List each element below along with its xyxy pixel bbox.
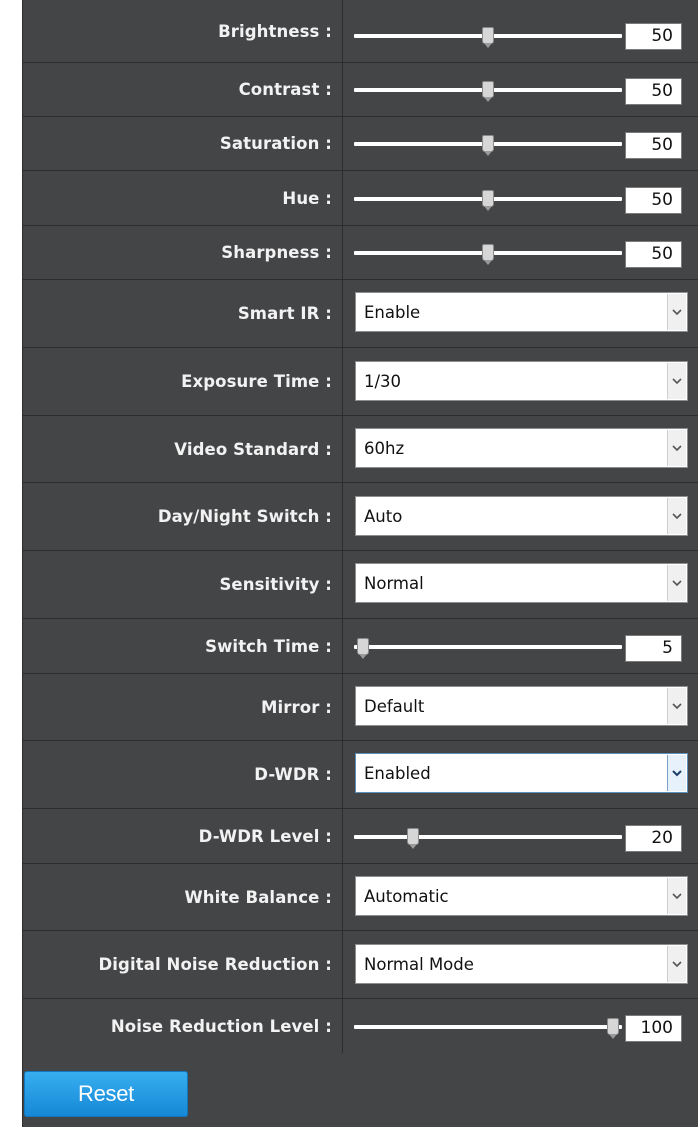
noise-reduction-level-control: 100 [344,999,698,1053]
row-digital-noise-reduction: Digital Noise Reduction : Normal Mode [23,931,698,999]
row-d-wdr-level: D-WDR Level : 20 [23,809,698,864]
row-mirror: Mirror : Default [23,674,698,741]
chevron-down-icon[interactable] [667,755,686,791]
mirror-label: Mirror : [23,674,343,740]
row-exposure-time: Exposure Time : 1/30 [23,348,698,416]
smart-ir-control: Enable [344,280,698,347]
digital-noise-reduction-selected-value: Normal Mode [364,954,474,974]
d-wdr-selected-value: Enabled [364,763,431,783]
brightness-control: 50 [344,0,698,62]
sharpness-value-input[interactable]: 50 [625,241,682,268]
contrast-control: 50 [344,63,698,116]
sharpness-control: 50 [344,226,698,279]
row-hue: Hue : 50 [23,171,698,226]
digital-noise-reduction-control: Normal Mode [344,931,698,998]
sensitivity-control: Normal [344,551,698,618]
reset-button[interactable]: Reset [24,1071,188,1117]
chevron-down-icon[interactable] [667,363,686,399]
switch-time-value-input[interactable]: 5 [625,635,682,662]
row-contrast: Contrast : 50 [23,63,698,117]
noise-reduction-level-slider-track[interactable] [354,1025,622,1029]
row-sensitivity: Sensitivity : Normal [23,551,698,619]
d-wdr-level-slider-track[interactable] [354,835,622,839]
white-balance-select[interactable]: Automatic [355,876,688,916]
white-balance-selected-value: Automatic [364,886,449,906]
sensitivity-selected-value: Normal [364,573,424,593]
exposure-time-select[interactable]: 1/30 [355,361,688,401]
contrast-slider-thumb[interactable] [482,81,494,102]
d-wdr-control: Enabled [344,741,698,808]
row-smart-ir: Smart IR : Enable [23,280,698,348]
row-saturation: Saturation : 50 [23,117,698,171]
mirror-selected-value: Default [364,696,425,716]
white-balance-control: Automatic [344,864,698,930]
day-night-switch-select[interactable]: Auto [355,496,688,536]
chevron-down-icon[interactable] [667,878,686,914]
white-balance-label: White Balance : [23,864,343,930]
chevron-down-icon[interactable] [667,688,686,724]
noise-reduction-level-value-input[interactable]: 100 [625,1015,682,1042]
digital-noise-reduction-label: Digital Noise Reduction : [23,931,343,998]
chevron-down-icon[interactable] [667,946,686,982]
d-wdr-level-value-input[interactable]: 20 [625,825,682,852]
d-wdr-level-control: 20 [344,809,698,863]
saturation-value-input[interactable]: 50 [625,132,682,159]
saturation-control: 50 [344,117,698,170]
sensitivity-label: Sensitivity : [23,551,343,618]
chevron-down-icon[interactable] [667,498,686,534]
day-night-switch-control: Auto [344,483,698,550]
row-white-balance: White Balance : Automatic [23,864,698,931]
noise-reduction-level-label: Noise Reduction Level : [23,999,343,1053]
brightness-label: Brightness : [23,0,343,62]
chevron-down-icon[interactable] [667,565,686,601]
contrast-label: Contrast : [23,63,343,116]
mirror-select[interactable]: Default [355,686,688,726]
d-wdr-level-slider-thumb[interactable] [407,828,419,849]
hue-control: 50 [344,171,698,225]
switch-time-slider-track[interactable] [354,645,622,649]
digital-noise-reduction-select[interactable]: Normal Mode [355,944,688,984]
brightness-slider-thumb[interactable] [482,27,494,48]
hue-slider-thumb[interactable] [482,190,494,211]
contrast-value-input[interactable]: 50 [625,78,682,105]
video-standard-control: 60hz [344,416,698,482]
row-day-night-switch: Day/Night Switch : Auto [23,483,698,551]
sharpness-slider-thumb[interactable] [482,244,494,265]
exposure-time-control: 1/30 [344,348,698,415]
smart-ir-label: Smart IR : [23,280,343,347]
chevron-down-icon[interactable] [667,294,686,330]
switch-time-control: 5 [344,619,698,673]
row-noise-reduction-level: Noise Reduction Level : 100 [23,999,698,1053]
exposure-time-selected-value: 1/30 [364,371,402,391]
row-d-wdr: D-WDR : Enabled [23,741,698,809]
noise-reduction-level-slider-thumb[interactable] [607,1018,619,1039]
d-wdr-label: D-WDR : [23,741,343,808]
switch-time-slider-thumb[interactable] [357,638,369,659]
switch-time-label: Switch Time : [23,619,343,673]
hue-value-input[interactable]: 50 [625,187,682,214]
row-sharpness: Sharpness : 50 [23,226,698,280]
day-night-switch-selected-value: Auto [364,506,403,526]
hue-label: Hue : [23,171,343,225]
chevron-down-icon[interactable] [667,430,686,466]
image-settings-panel: Brightness : 50 Contrast : 50 Saturation… [22,0,698,1127]
saturation-slider-thumb[interactable] [482,135,494,156]
smart-ir-selected-value: Enable [364,302,421,322]
sensitivity-select[interactable]: Normal [355,563,688,603]
video-standard-selected-value: 60hz [364,438,405,458]
video-standard-label: Video Standard : [23,416,343,482]
exposure-time-label: Exposure Time : [23,348,343,415]
saturation-label: Saturation : [23,117,343,170]
row-video-standard: Video Standard : 60hz [23,416,698,483]
smart-ir-select[interactable]: Enable [355,292,688,332]
sharpness-label: Sharpness : [23,226,343,279]
brightness-value-input[interactable]: 50 [625,23,682,50]
row-brightness: Brightness : 50 [23,0,698,63]
mirror-control: Default [344,674,698,740]
row-switch-time: Switch Time : 5 [23,619,698,674]
day-night-switch-label: Day/Night Switch : [23,483,343,550]
video-standard-select[interactable]: 60hz [355,428,688,468]
d-wdr-level-label: D-WDR Level : [23,809,343,863]
d-wdr-select[interactable]: Enabled [355,753,688,793]
